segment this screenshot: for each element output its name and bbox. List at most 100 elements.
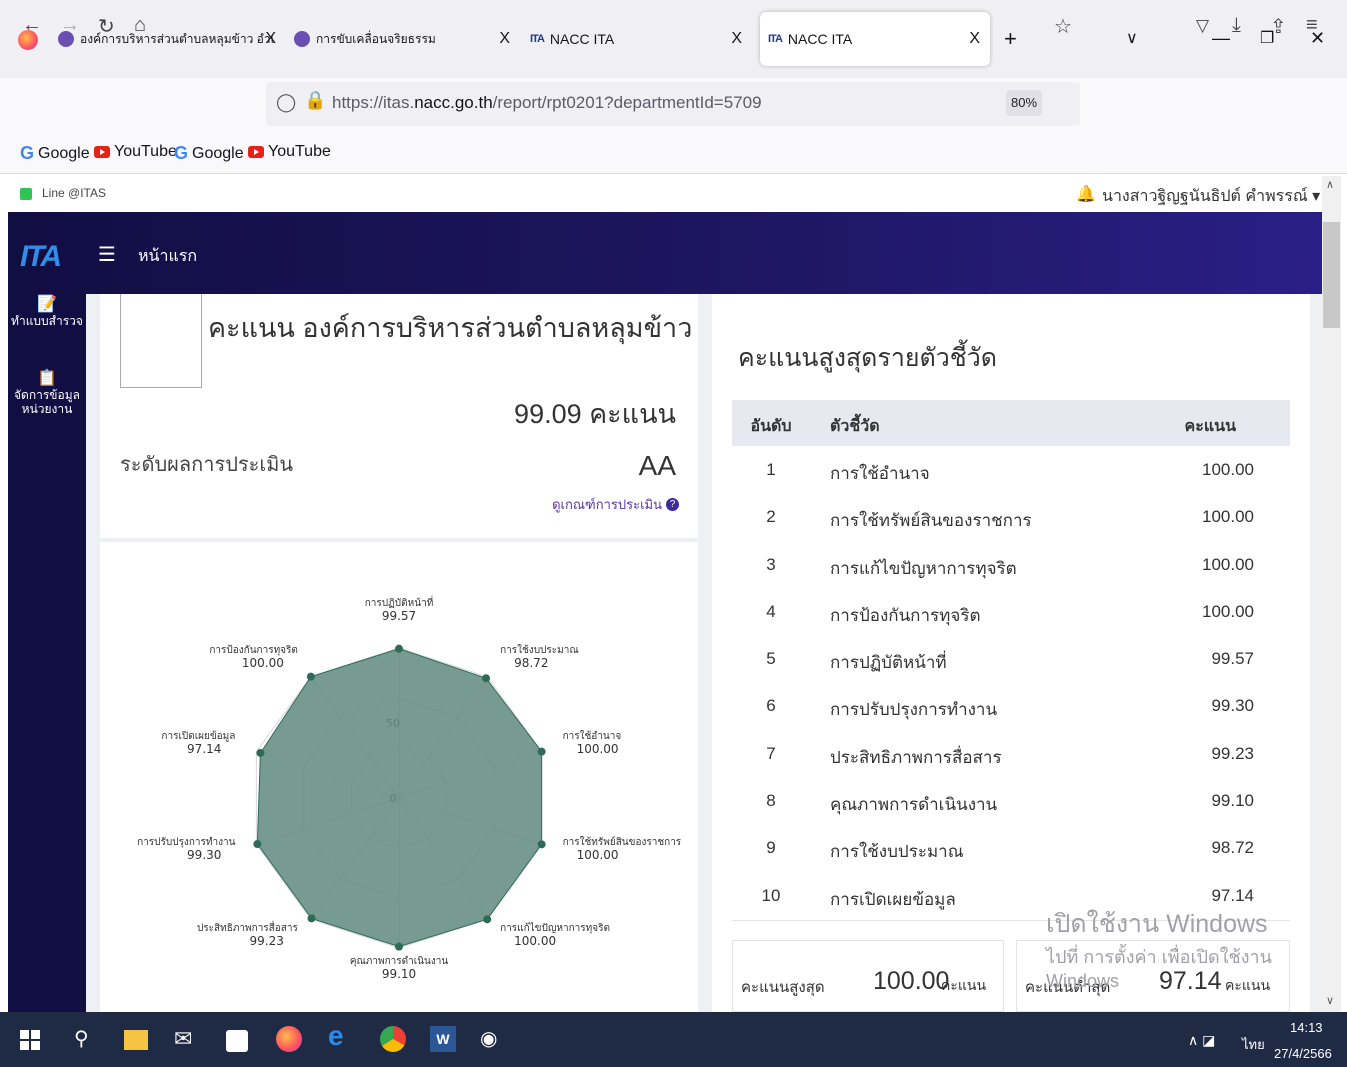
rank-cell: 7 bbox=[766, 743, 776, 763]
tab-close-icon[interactable]: X bbox=[969, 30, 980, 48]
indicator-cell: การเปิดเผยข้อมูล bbox=[830, 889, 956, 909]
score-cell: 98.72 bbox=[1211, 838, 1254, 858]
indicator-cell: การใช้งบประมาณ bbox=[830, 842, 964, 862]
tab-1[interactable]: องค์การบริหารส่วนตำบลหลุมข้าว อำเ X bbox=[58, 12, 284, 66]
radar-data-point bbox=[256, 748, 265, 757]
table-row: 8 คุณภาพการดำเนินงาน 99.10 bbox=[732, 777, 1290, 824]
bookmark-google-1[interactable]: G Google bbox=[20, 143, 90, 164]
max-score-unit: คะแนน bbox=[941, 977, 987, 993]
tab-2[interactable]: การขับเคลื่อนจริยธรรม X bbox=[294, 12, 520, 66]
firefox-taskbar-icon[interactable] bbox=[276, 1026, 302, 1052]
tab-close-icon[interactable]: X bbox=[731, 30, 742, 48]
windows-activation-watermark: เปิดใช้งาน Windows bbox=[1046, 910, 1268, 938]
radar-value-label: 99.57 bbox=[382, 609, 416, 623]
rank-cell: 2 bbox=[766, 507, 776, 527]
tab-title: NACC ITA bbox=[549, 31, 615, 47]
tab-close-icon[interactable]: X bbox=[265, 30, 276, 48]
user-menu[interactable]: นางสาวฐิญฐนันธิปต์ คำพรรณ์ ▾ bbox=[1102, 184, 1320, 209]
tab-favicon-icon bbox=[294, 31, 310, 47]
sidebar-item-label: ทำแบบสำรวจ bbox=[11, 314, 83, 328]
nav-home-link[interactable]: หน้าแรก bbox=[138, 244, 197, 269]
indicator-cell: การปรับปรุงการทำงาน bbox=[830, 700, 998, 720]
bookmark-label: YouTube bbox=[268, 143, 331, 160]
edge-icon[interactable]: e bbox=[328, 1020, 354, 1051]
download-icon[interactable]: ⤓ bbox=[1232, 14, 1241, 37]
windows-start-icon[interactable] bbox=[20, 1030, 40, 1050]
new-tab-button[interactable]: + bbox=[1004, 26, 1017, 52]
score-cell: 100.00 bbox=[1202, 507, 1254, 527]
scroll-down-icon[interactable]: ∨ bbox=[1326, 994, 1334, 1007]
share-icon[interactable]: ⇪ bbox=[1270, 14, 1287, 39]
line-link[interactable]: Line @ITAS bbox=[42, 186, 106, 200]
sidebar-item-manage-data[interactable]: 📋 จัดการข้อมูล หน่วยงาน bbox=[8, 371, 86, 417]
header-indicator: ตัวชี้วัด bbox=[830, 418, 880, 435]
indicator-cell: การปฏิบัติหน้าที่ bbox=[830, 653, 947, 673]
windows-activation-hint: ไปที่ การตั้งค่า เพื่อเปิดใช้งาน Windows bbox=[1046, 947, 1272, 991]
table-row: 7 ประสิทธิภาพการสื่อสาร 99.23 bbox=[732, 730, 1290, 777]
scroll-up-icon[interactable]: ∧ bbox=[1326, 178, 1334, 191]
input-language-indicator[interactable]: ไทย bbox=[1242, 1034, 1265, 1055]
sidebar-item-survey[interactable]: 📝 ทำแบบสำรวจ bbox=[8, 296, 86, 329]
notification-bell-icon[interactable]: 🔔 bbox=[1076, 184, 1096, 204]
indicator-cell: การใช้ทรัพย์สินของราชการ bbox=[830, 511, 1032, 531]
back-icon[interactable]: ← bbox=[22, 14, 42, 37]
store-icon[interactable] bbox=[226, 1030, 248, 1052]
bookmark-youtube-1[interactable]: YouTube bbox=[94, 143, 177, 161]
tab-close-icon[interactable]: X bbox=[499, 30, 510, 48]
line-app-icon bbox=[20, 188, 32, 200]
google-icon: G bbox=[20, 143, 35, 163]
tab-title: NACC ITA bbox=[787, 31, 853, 47]
pocket-icon[interactable]: ▽ bbox=[1196, 16, 1209, 36]
indicator-cell: คุณภาพการดำเนินงาน bbox=[830, 795, 998, 815]
radar-value-label: 97.14 bbox=[187, 742, 221, 756]
ita-favicon-icon: ITA bbox=[768, 33, 783, 45]
chrome-icon[interactable] bbox=[380, 1026, 406, 1052]
minimize-icon[interactable]: — bbox=[1212, 28, 1230, 49]
clock-time[interactable]: 14:13 bbox=[1290, 1020, 1323, 1035]
radar-value-label: 99.23 bbox=[250, 934, 284, 948]
tab-4-active[interactable]: ITA NACC ITA X bbox=[760, 12, 990, 66]
clock-date[interactable]: 27/4/2566 bbox=[1274, 1046, 1332, 1061]
zoom-level-badge[interactable]: 80% bbox=[1006, 90, 1042, 116]
rank-cell: 10 bbox=[761, 885, 781, 905]
bookmark-youtube-2[interactable]: YouTube bbox=[248, 143, 331, 161]
table-row: 4 การป้องกันการทุจริต 100.00 bbox=[732, 588, 1290, 635]
indicator-cell: การแก้ไขปัญหาการทุจริต bbox=[830, 558, 1017, 578]
radar-axis-label: การใช้งบประมาณ bbox=[500, 644, 579, 656]
bookmark-google-2[interactable]: G Google bbox=[174, 143, 244, 164]
word-icon[interactable]: W bbox=[430, 1026, 456, 1052]
rank-cell: 8 bbox=[766, 791, 776, 811]
app-menu-icon[interactable]: ≡ bbox=[1306, 14, 1318, 37]
help-icon: ? bbox=[666, 498, 679, 511]
scrollbar-thumb[interactable] bbox=[1323, 222, 1340, 328]
hamburger-menu-icon[interactable]: ☰ bbox=[98, 242, 116, 267]
browser-tab-bar: องค์การบริหารส่วนตำบลหลุมข้าว อำเ X การข… bbox=[0, 0, 1347, 78]
level-label: ระดับผลการประเมิน bbox=[120, 454, 294, 476]
score-cell: 99.57 bbox=[1211, 649, 1254, 669]
list-tabs-chevron-icon[interactable]: ∨ bbox=[1126, 28, 1138, 48]
score-cell: 99.10 bbox=[1211, 791, 1254, 811]
bookmark-star-icon[interactable]: ☆ bbox=[1054, 14, 1072, 39]
lock-icon[interactable]: 🔒 bbox=[304, 90, 326, 111]
home-icon[interactable]: ⌂ bbox=[134, 14, 146, 37]
search-icon[interactable]: ⚲ bbox=[74, 1026, 100, 1052]
radar-data-point bbox=[483, 915, 492, 924]
ita-logo[interactable]: ITA bbox=[20, 240, 62, 274]
file-explorer-icon[interactable] bbox=[124, 1030, 148, 1050]
tab-3[interactable]: ITA NACC ITA X bbox=[530, 12, 752, 66]
score-cell: 100.00 bbox=[1202, 460, 1254, 479]
app-icon[interactable]: ◉ bbox=[480, 1026, 506, 1052]
url-text[interactable]: https://itas.nacc.go.th/report/rpt0201?d… bbox=[332, 93, 762, 113]
form-icon: 📝 bbox=[37, 296, 57, 313]
shield-icon[interactable]: ◯ bbox=[276, 92, 296, 113]
criteria-link[interactable]: ดูเกณฑ์การประเมิน ? bbox=[552, 494, 679, 515]
radar-axis-label: คุณภาพการดำเนินงาน bbox=[350, 956, 449, 967]
radar-axis-label: การเปิดเผยข้อมูล bbox=[161, 730, 235, 742]
forward-icon[interactable]: → bbox=[60, 14, 80, 37]
mail-icon[interactable]: ✉ bbox=[174, 1026, 200, 1052]
reload-icon[interactable]: ↻ bbox=[98, 14, 115, 39]
tray-icons[interactable]: ∧ ◪ bbox=[1188, 1032, 1215, 1049]
level-value: AA bbox=[638, 450, 676, 481]
table-row: 6 การปรับปรุงการทำงาน 99.30 bbox=[732, 682, 1290, 729]
youtube-icon bbox=[94, 146, 110, 158]
